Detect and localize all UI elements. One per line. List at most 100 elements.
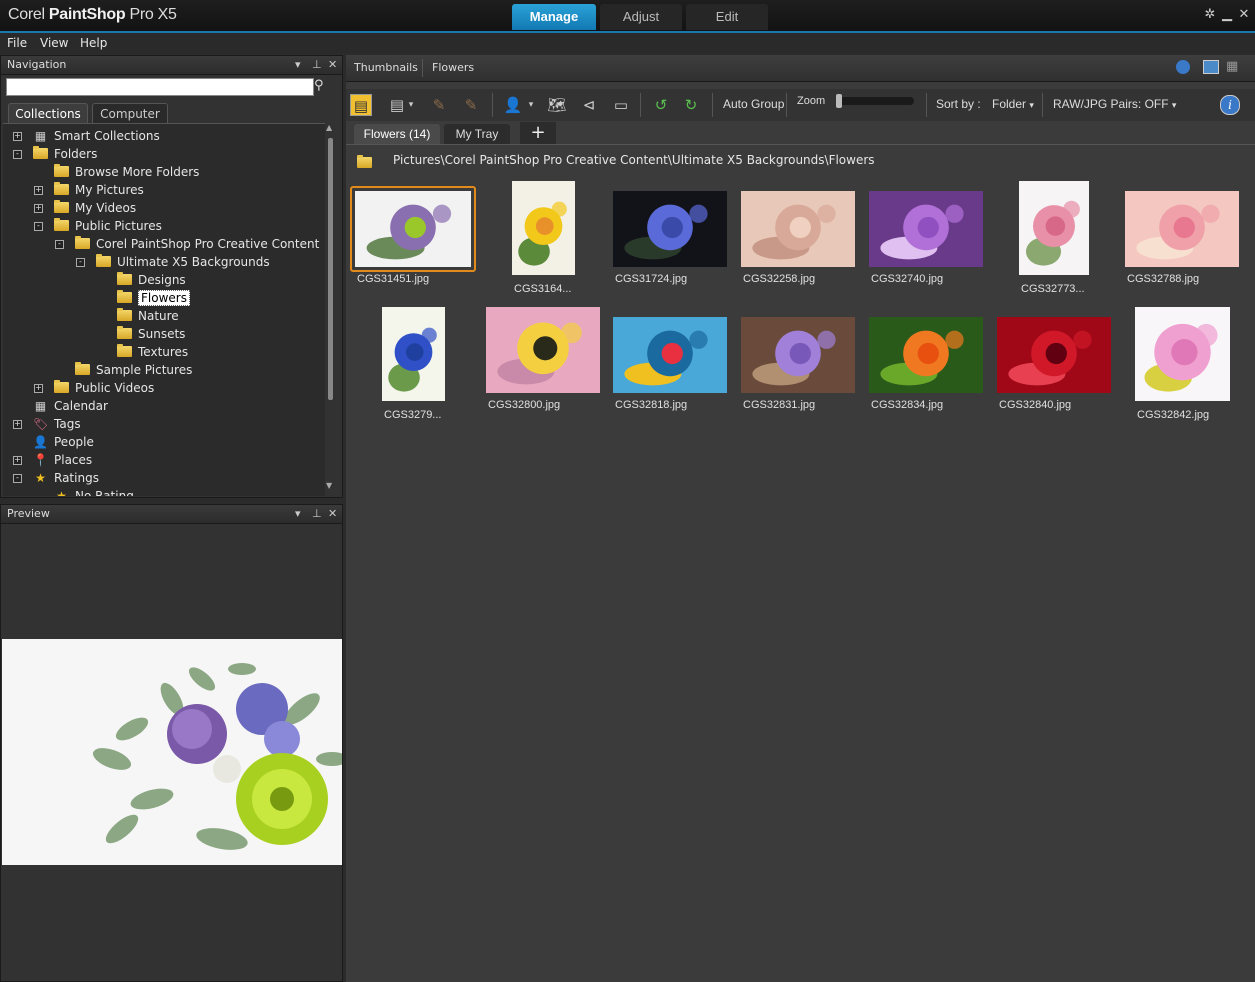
menu-file[interactable]: File: [7, 36, 27, 50]
sort-by-select[interactable]: Folder ▾: [992, 97, 1034, 111]
expand-icon[interactable]: +: [34, 204, 43, 213]
brush-icon[interactable]: ✎: [428, 94, 450, 116]
tray-flowers[interactable]: Flowers (14): [354, 124, 440, 144]
collapse-icon[interactable]: -: [76, 258, 85, 267]
tab-edit[interactable]: Edit: [686, 4, 768, 30]
thumbnail-label: CGS3164...: [514, 283, 572, 295]
thumbnail-label: CGS32800.jpg: [488, 399, 561, 411]
tree-item-label: Public Pictures: [75, 219, 162, 233]
minimize-icon[interactable]: ▁: [1220, 8, 1234, 22]
navigation-title: Navigation: [7, 58, 67, 71]
rotate-left-icon[interactable]: ↺: [650, 94, 672, 116]
thumbnail-label: CGS32740.jpg: [871, 273, 944, 285]
folder-icon: [54, 380, 69, 393]
chevron-down-icon[interactable]: ▾: [406, 94, 416, 116]
search-input[interactable]: [6, 78, 314, 96]
collapse-icon[interactable]: -: [13, 150, 22, 159]
grid-view-icon[interactable]: ▦: [1226, 59, 1238, 74]
collapse-icon[interactable]: -: [34, 222, 43, 231]
tree-item-label: My Pictures: [75, 183, 144, 197]
thumbnail-image[interactable]: [1135, 307, 1230, 401]
close-icon[interactable]: ✕: [328, 58, 337, 71]
thumbnail-image[interactable]: [512, 181, 575, 275]
tab-thumbnails[interactable]: Thumbnails: [354, 61, 418, 74]
tab-adjust[interactable]: Adjust: [600, 4, 682, 30]
pin-icon: 📍: [33, 453, 48, 467]
pin-icon[interactable]: ⊥: [312, 507, 322, 520]
divider: [926, 93, 927, 117]
search-icon[interactable]: ⚲: [314, 78, 328, 93]
thumbnail-image[interactable]: [613, 191, 727, 267]
thumbnail-label: CGS31451.jpg: [357, 273, 430, 285]
thumbnail-image[interactable]: [613, 317, 727, 393]
close-icon[interactable]: ✕: [328, 507, 337, 520]
thumbnail-image[interactable]: [741, 317, 855, 393]
close-icon[interactable]: ✕: [1237, 8, 1251, 22]
folder-icon: [75, 362, 90, 375]
menu-view[interactable]: View: [40, 36, 68, 50]
globe-icon[interactable]: [1176, 60, 1190, 74]
map-icon[interactable]: 🗺: [546, 94, 568, 116]
expand-icon[interactable]: +: [13, 420, 22, 429]
chevron-down-icon[interactable]: ▾: [526, 94, 536, 116]
tree-item-label: Ultimate X5 Backgrounds: [117, 255, 270, 269]
add-tray-icon[interactable]: +: [520, 122, 556, 144]
tree-item-label: No Rating: [75, 489, 134, 496]
folder-tree-icon[interactable]: ▤: [350, 94, 372, 116]
tree-item-label: Nature: [138, 309, 179, 323]
thumbnail-image[interactable]: [741, 191, 855, 267]
rotate-right-icon[interactable]: ↻: [680, 94, 702, 116]
folder-icon: [117, 272, 132, 285]
calendar-icon: ▦: [34, 129, 47, 143]
expand-icon[interactable]: +: [34, 384, 43, 393]
share-icon[interactable]: ⊲: [578, 94, 600, 116]
expand-icon[interactable]: +: [13, 456, 22, 465]
thumbnail-image[interactable]: [486, 307, 600, 393]
auto-group-button[interactable]: Auto Group: [723, 97, 784, 111]
scrollbar-thumb[interactable]: [328, 138, 333, 400]
thumbnail-label: CGS32831.jpg: [743, 399, 816, 411]
raw-jpg-pairs-select[interactable]: RAW/JPG Pairs: OFF ▾: [1053, 97, 1176, 111]
collapse-icon[interactable]: -: [55, 240, 64, 249]
chevron-down-icon[interactable]: ▾: [295, 58, 301, 71]
tray-my-tray[interactable]: My Tray: [444, 124, 510, 144]
thumbnail-image[interactable]: [869, 191, 983, 267]
divider: [1042, 93, 1043, 117]
collapse-icon[interactable]: -: [13, 474, 22, 483]
thumbnail-image[interactable]: [869, 317, 983, 393]
main-header: Thumbnails Flowers ▦: [346, 55, 1255, 82]
thumbnail-label: CGS32840.jpg: [999, 399, 1072, 411]
thumbnail-image[interactable]: [382, 307, 445, 401]
brush-icon[interactable]: ✎: [460, 94, 482, 116]
folder-icon: [96, 254, 111, 267]
thumbnail-label: CGS32788.jpg: [1127, 273, 1200, 285]
folder-icon: [117, 290, 132, 303]
tree-item-label: Calendar: [54, 399, 108, 413]
gear-icon[interactable]: ✲: [1203, 8, 1217, 22]
thumbnail-image[interactable]: [1125, 191, 1239, 267]
person-icon[interactable]: 👤: [502, 94, 524, 116]
zoom-slider[interactable]: [836, 97, 914, 105]
thumbnail-image[interactable]: [1019, 181, 1089, 275]
expand-icon[interactable]: +: [13, 132, 22, 141]
tab-computer[interactable]: Computer: [92, 103, 168, 124]
divider: [786, 93, 787, 117]
divider: [492, 93, 493, 117]
tab-collections[interactable]: Collections: [8, 103, 88, 124]
chevron-down-icon[interactable]: ▾: [295, 507, 301, 520]
pin-icon[interactable]: ⊥: [312, 58, 322, 71]
thumbnail-image[interactable]: [997, 317, 1111, 393]
tab-flowers-folder[interactable]: Flowers: [432, 61, 474, 74]
expand-icon[interactable]: +: [34, 186, 43, 195]
info-icon[interactable]: i: [1220, 95, 1240, 115]
menu-help[interactable]: Help: [80, 36, 107, 50]
star-icon: ★: [35, 471, 46, 485]
details-view-icon[interactable]: ▤: [386, 94, 408, 116]
image-view-icon[interactable]: [1203, 60, 1219, 74]
tab-manage[interactable]: Manage: [512, 4, 596, 30]
divider: [346, 144, 1255, 145]
zoom-slider-handle[interactable]: [836, 94, 842, 108]
slideshow-icon[interactable]: ▭: [610, 94, 632, 116]
preview-title: Preview: [7, 507, 50, 520]
folder-path: Pictures\Corel PaintShop Pro Creative Co…: [393, 153, 875, 167]
